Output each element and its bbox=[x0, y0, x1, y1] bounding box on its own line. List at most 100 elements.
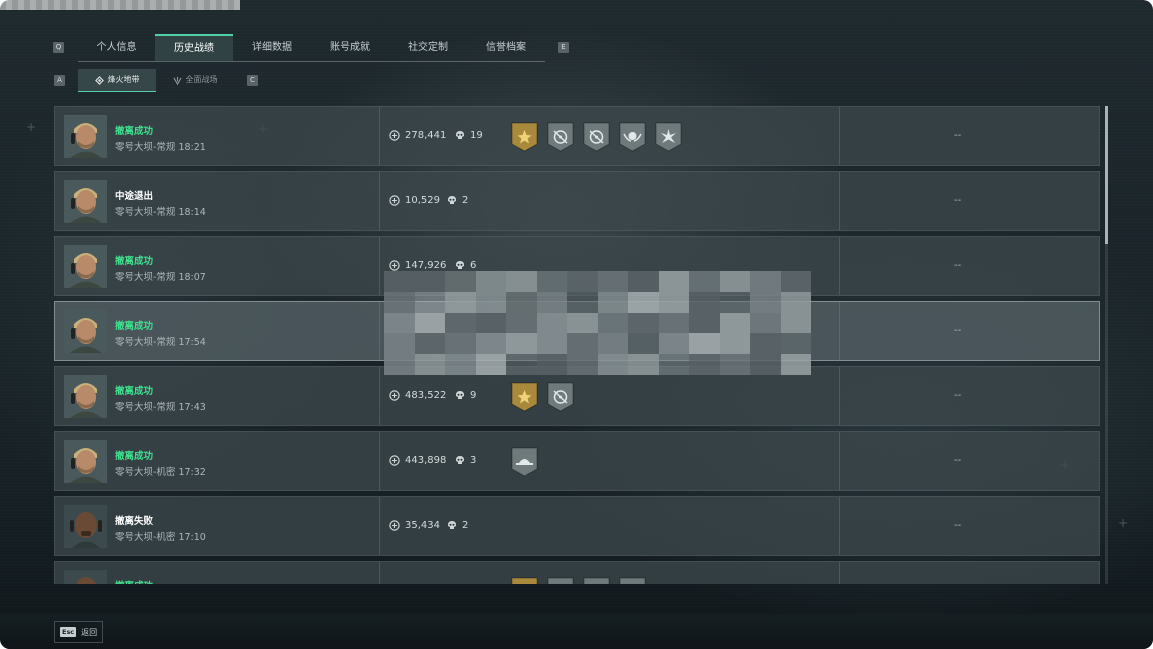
operator-avatar bbox=[64, 180, 107, 223]
record-kills-text: 9 bbox=[470, 390, 477, 401]
column-divider bbox=[379, 107, 380, 165]
record-status: 撤离成功 bbox=[115, 386, 154, 397]
record-map-time: 零号大坝-常规 18:07 bbox=[115, 272, 206, 283]
column-divider bbox=[379, 562, 380, 584]
record-value: 278,441 bbox=[389, 130, 446, 141]
match-record-row[interactable]: 中途退出零号大坝-常规 18:14 10,529 2 -- bbox=[54, 171, 1100, 231]
operator-avatar bbox=[64, 375, 107, 418]
mode-warfare-icon bbox=[172, 76, 182, 85]
record-badges bbox=[511, 577, 646, 584]
gold-star-icon[interactable] bbox=[511, 382, 538, 416]
record-status: 撤离成功 bbox=[115, 126, 154, 137]
starburst-icon[interactable] bbox=[655, 122, 682, 156]
value-icon bbox=[389, 390, 400, 401]
record-kills-text: 2 bbox=[462, 195, 469, 206]
record-extra: -- bbox=[954, 130, 962, 141]
match-record-row[interactable]: 撤离成功 零号大坝-机密 17:32 443,898 3 -- bbox=[54, 431, 1100, 491]
operator-avatar bbox=[64, 570, 107, 584]
crosshair-icon[interactable] bbox=[583, 577, 610, 584]
record-kills: 3 bbox=[455, 455, 476, 466]
record-kills: 2 bbox=[447, 520, 468, 531]
column-divider bbox=[839, 432, 840, 490]
kills-icon bbox=[456, 456, 464, 464]
tab-detailed-data[interactable]: 详细数据 bbox=[233, 34, 311, 61]
kills-icon bbox=[456, 391, 464, 399]
record-extra: -- bbox=[954, 520, 962, 531]
record-kills: 2 bbox=[447, 195, 468, 206]
mode-extraction-icon bbox=[94, 75, 104, 85]
match-record-row[interactable]: 撤离成功 零号大坝-常规 17:43 483,522 9 -- bbox=[54, 366, 1100, 426]
record-kills-text: 6 bbox=[470, 260, 477, 271]
record-kills: 6 bbox=[455, 260, 476, 271]
column-divider bbox=[379, 497, 380, 555]
kills-icon bbox=[448, 521, 456, 529]
record-value-text: 483,522 bbox=[405, 390, 447, 401]
record-value-text: 278,441 bbox=[405, 130, 447, 141]
crosshair-icon[interactable] bbox=[547, 122, 574, 156]
record-extra: -- bbox=[954, 260, 962, 271]
column-divider bbox=[839, 367, 840, 425]
tab-mode-extraction[interactable]: 烽火地带 bbox=[78, 69, 156, 92]
tabs-underline bbox=[78, 61, 545, 62]
kills-icon bbox=[456, 131, 464, 139]
record-map-time: 零号大坝-常规 18:14 bbox=[115, 207, 206, 218]
skull-wings-icon[interactable] bbox=[619, 577, 646, 584]
match-record-row[interactable]: 撤离失败 零号大坝-机密 17:10 35,434 2 -- bbox=[54, 496, 1100, 556]
column-divider bbox=[839, 562, 840, 584]
key-hint-q: Q bbox=[53, 42, 64, 53]
crosshair-decoration: + bbox=[26, 120, 37, 134]
gold-star-icon[interactable] bbox=[511, 122, 538, 156]
tab-achievements[interactable]: 账号成就 bbox=[311, 34, 389, 61]
hat-icon[interactable] bbox=[511, 447, 538, 481]
mode-tabs: 烽火地带 全面战场 bbox=[78, 69, 234, 92]
blurred-top-strip bbox=[0, 0, 240, 10]
match-record-row[interactable]: 撤离成功 bbox=[54, 561, 1100, 584]
key-hint-c: C bbox=[247, 75, 258, 86]
bottom-bar bbox=[0, 614, 1153, 649]
column-divider bbox=[379, 172, 380, 230]
record-kills: 19 bbox=[455, 130, 483, 141]
record-extra: -- bbox=[954, 455, 962, 466]
record-kills-text: 19 bbox=[470, 130, 483, 141]
record-map-time: 零号大坝-机密 17:32 bbox=[115, 467, 206, 478]
record-kills: 9 bbox=[455, 390, 476, 401]
crosshair-decoration: + bbox=[1118, 516, 1129, 530]
kills-icon bbox=[448, 196, 456, 204]
tab-mode-warfare[interactable]: 全面战场 bbox=[156, 69, 234, 91]
gold-star-icon[interactable] bbox=[511, 577, 538, 584]
crosshair-icon[interactable] bbox=[547, 382, 574, 416]
tab-social[interactable]: 社交定制 bbox=[389, 34, 467, 61]
key-hint-a: A bbox=[54, 75, 65, 86]
record-extra: -- bbox=[954, 195, 962, 206]
crosshair-icon[interactable] bbox=[583, 122, 610, 156]
record-map-time: 零号大坝-常规 17:54 bbox=[115, 337, 206, 348]
column-divider bbox=[839, 302, 840, 360]
record-badges bbox=[511, 447, 538, 481]
skull-wings-icon[interactable] bbox=[619, 122, 646, 156]
tab-profile[interactable]: 个人信息 bbox=[78, 34, 155, 61]
operator-avatar bbox=[64, 310, 107, 353]
tab-reputation[interactable]: 信誉档案 bbox=[467, 34, 545, 61]
back-button[interactable]: Esc 返回 bbox=[54, 621, 103, 643]
value-icon bbox=[389, 130, 400, 141]
record-status: 撤离成功 bbox=[115, 578, 153, 584]
value-icon bbox=[389, 260, 400, 271]
tab-match-history[interactable]: 历史战绩 bbox=[155, 34, 233, 61]
record-value: 147,926 bbox=[389, 260, 446, 271]
record-value: 10,529 bbox=[389, 195, 440, 206]
record-value-text: 443,898 bbox=[405, 455, 447, 466]
record-value-text: 10,529 bbox=[405, 195, 440, 206]
esc-key-hint: Esc bbox=[60, 627, 77, 637]
kills-icon bbox=[456, 261, 464, 269]
history-records-screen: + + + + Q 个人信息 历史战绩 详细数据 账号成就 社交定制 信誉档案 … bbox=[0, 0, 1153, 649]
record-status: 中途退出 bbox=[115, 191, 154, 202]
match-record-row[interactable]: 撤离成功 零号大坝-常规 18:21 278,441 19 -- bbox=[54, 106, 1100, 166]
scrollbar-thumb[interactable] bbox=[1105, 106, 1108, 244]
tab-mode-extraction-label: 烽火地带 bbox=[107, 75, 140, 84]
column-divider bbox=[379, 367, 380, 425]
tab-mode-warfare-label: 全面战场 bbox=[185, 75, 218, 84]
value-icon bbox=[389, 195, 400, 206]
record-kills-text: 3 bbox=[470, 455, 477, 466]
value-icon bbox=[389, 455, 400, 466]
crosshair-icon[interactable] bbox=[547, 577, 574, 584]
